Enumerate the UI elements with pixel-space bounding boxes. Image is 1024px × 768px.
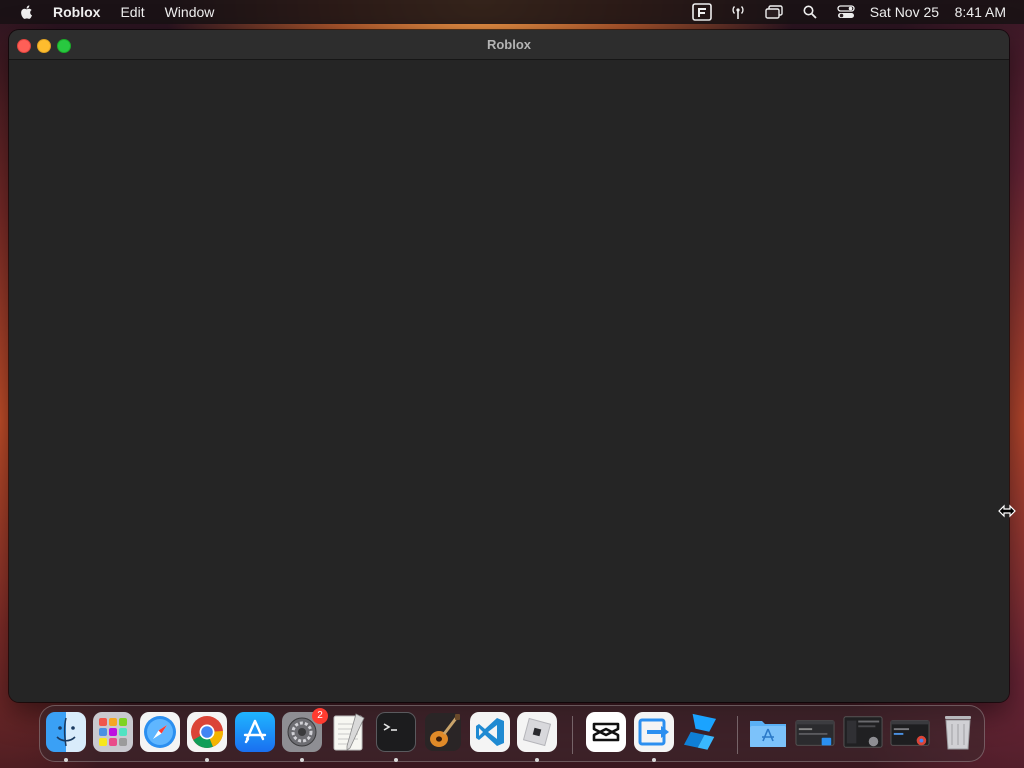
dock-system-settings[interactable]: 2	[282, 708, 328, 752]
app-status-icon[interactable]	[691, 3, 712, 21]
migration-icon	[638, 718, 669, 746]
textedit-icon	[333, 713, 365, 751]
notification-badge: 2	[312, 708, 328, 724]
dock-trash[interactable]	[938, 712, 978, 752]
dock-capcut[interactable]	[586, 712, 626, 752]
running-indicator	[535, 758, 539, 762]
apple-menu-icon[interactable]	[19, 4, 35, 20]
menu-window[interactable]: Window	[165, 0, 215, 24]
menu-bar: Roblox Edit Window Sat Nov 25 8:41 AM	[0, 0, 1024, 24]
menubar-clock[interactable]: Sat Nov 25 8:41 AM	[870, 4, 1006, 20]
dock-migration[interactable]	[634, 712, 674, 752]
dock: 2	[39, 705, 985, 762]
dock-window-preview-2[interactable]	[843, 712, 883, 752]
running-indicator	[205, 758, 209, 762]
capcut-icon	[592, 722, 620, 742]
dock-launchpad[interactable]	[93, 712, 133, 752]
dock-vscode[interactable]	[470, 712, 510, 752]
vscode-icon	[476, 718, 504, 746]
horizontal-resize-cursor-icon	[998, 504, 1016, 518]
app-store-icon	[243, 719, 267, 744]
dock-separator	[572, 716, 573, 754]
dock-garageband[interactable]	[423, 712, 463, 752]
menu-edit[interactable]: Edit	[120, 0, 144, 24]
dock-applications-folder[interactable]	[748, 712, 788, 752]
chrome-icon	[191, 716, 223, 748]
garageband-icon	[425, 713, 461, 751]
launchpad-icon	[99, 718, 127, 746]
running-indicator	[300, 758, 304, 762]
spotlight-search-icon[interactable]	[800, 4, 820, 20]
roblox-window: Roblox	[9, 30, 1009, 702]
app-menu-roblox[interactable]: Roblox	[53, 0, 100, 24]
clock-time: 8:41 AM	[954, 4, 1006, 20]
dock-terminal[interactable]	[376, 712, 416, 752]
safari-icon	[144, 716, 176, 748]
terminal-icon	[383, 723, 397, 731]
window-thumbnail-icon	[795, 720, 835, 746]
running-indicator	[394, 758, 398, 762]
window-title: Roblox	[486, 37, 532, 52]
window-content[interactable]	[9, 60, 1009, 702]
dock-app-store[interactable]	[235, 712, 275, 752]
dock-roblox-studio[interactable]	[681, 712, 721, 752]
roblox-studio-icon	[683, 713, 717, 750]
window-thumbnail-icon	[890, 720, 930, 746]
finder-icon	[56, 717, 76, 747]
dock-window-preview-1[interactable]	[795, 712, 835, 752]
window-thumbnail-icon	[843, 716, 883, 748]
screen-mirroring-icon[interactable]	[764, 4, 784, 20]
dock-finder[interactable]	[46, 712, 86, 752]
dock-chrome[interactable]	[187, 712, 227, 752]
applications-folder-icon	[750, 721, 786, 747]
trash-icon	[945, 716, 971, 750]
dock-separator	[737, 716, 738, 754]
running-indicator	[64, 758, 68, 762]
running-indicator	[652, 758, 656, 762]
antenna-icon[interactable]	[728, 4, 748, 20]
dock-safari[interactable]	[140, 712, 180, 752]
window-titlebar[interactable]: Roblox	[9, 30, 1009, 60]
roblox-icon	[522, 717, 552, 747]
dock-roblox[interactable]	[517, 712, 557, 752]
control-center-icon[interactable]	[836, 4, 856, 20]
dock-window-preview-3[interactable]	[890, 712, 930, 752]
clock-date: Sat Nov 25	[869, 4, 940, 20]
dock-textedit[interactable]	[329, 712, 369, 752]
